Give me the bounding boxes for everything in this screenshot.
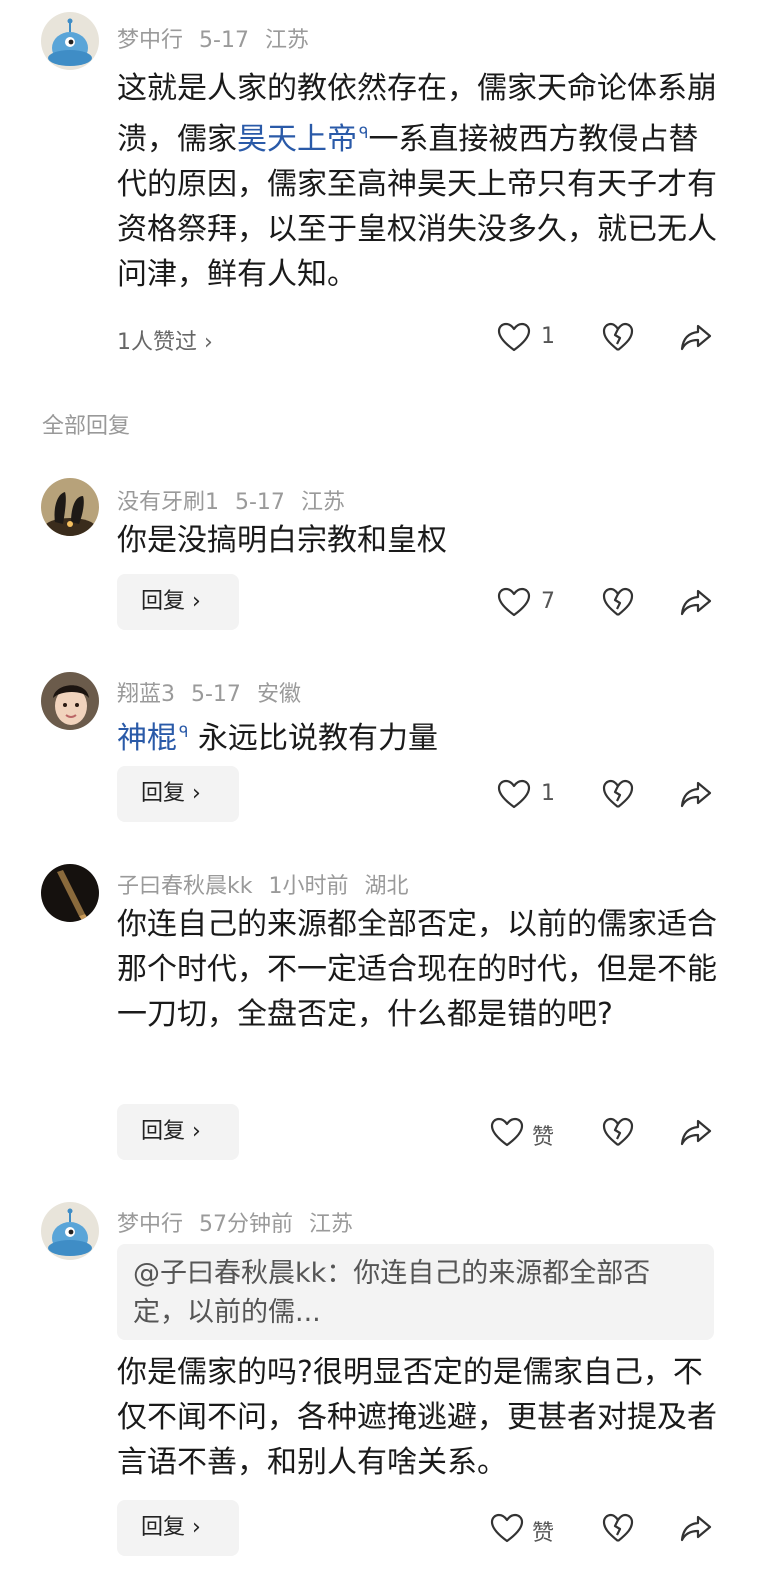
author-name[interactable]: 梦中行 — [117, 28, 183, 53]
broken-heart-icon[interactable] — [602, 586, 634, 618]
comment-text: 这就是人家的教依然存在，儒家天命论体系崩溃，儒家昊天上帝 ᑫ一系直接被西方教侵占替… — [117, 66, 722, 297]
heart-outline-icon[interactable] — [490, 1117, 524, 1147]
broken-heart-icon[interactable] — [602, 1512, 634, 1544]
reply-text: 你是没搞明白宗教和皇权 — [117, 523, 447, 558]
reply-button[interactable]: 回复 › — [117, 574, 239, 630]
reply-location: 湖北 — [364, 874, 409, 899]
comment-meta: 梦中行 5-17 江苏 — [117, 22, 325, 54]
avatar[interactable] — [41, 478, 99, 536]
reply-meta: 没有牙刷1 5-17 江苏 — [117, 484, 361, 516]
comment-date: 5-17 — [199, 28, 249, 53]
heart-outline-icon[interactable] — [490, 1513, 524, 1543]
like-count: 1 — [541, 781, 555, 806]
heart-outline-icon[interactable] — [497, 322, 531, 352]
avatar-child-icon — [41, 672, 99, 730]
reply-date: 57分钟前 — [199, 1212, 294, 1237]
avatar[interactable] — [41, 864, 99, 922]
share-arrow-icon[interactable] — [680, 1116, 712, 1148]
avatar-blue-bird-icon — [41, 1202, 99, 1260]
author-name[interactable]: 梦中行 — [117, 1212, 183, 1237]
author-name[interactable]: 翔蓝3 — [117, 682, 175, 707]
like-count: 1 — [541, 324, 555, 349]
share-arrow-icon[interactable] — [680, 778, 712, 810]
share-arrow-icon[interactable] — [680, 1512, 712, 1544]
reply-text: 神棍 ᑫ 永远比说教有力量 — [117, 710, 722, 761]
search-link[interactable]: 神棍 — [117, 721, 177, 756]
author-name[interactable]: 没有牙刷1 — [117, 490, 219, 515]
reply-meta: 梦中行 57分钟前 江苏 — [117, 1206, 369, 1238]
quoted-reply[interactable]: @子曰春秋晨kk：你连自己的来源都全部否定，以前的儒... — [117, 1244, 714, 1340]
avatar-brush-icon — [41, 864, 99, 922]
reply-text-part: 永远比说教有力量 — [188, 721, 438, 756]
reply-location: 江苏 — [309, 1212, 354, 1237]
heart-outline-icon[interactable] — [497, 779, 531, 809]
section-title: 全部回复 — [42, 414, 131, 439]
reply-meta: 翔蓝3 5-17 安徽 — [117, 676, 317, 708]
reply-location: 江苏 — [300, 490, 345, 515]
reply-button[interactable]: 回复 › — [117, 1104, 239, 1160]
like-label: 赞 — [532, 1521, 555, 1546]
like-count: 7 — [541, 589, 555, 614]
reply-date: 5-17 — [191, 682, 241, 707]
heart-outline-icon[interactable] — [497, 587, 531, 617]
reply-button[interactable]: 回复 › — [117, 1500, 239, 1556]
reply-location: 安徽 — [256, 682, 301, 707]
avatar[interactable] — [41, 1202, 99, 1260]
broken-heart-icon[interactable] — [602, 321, 634, 353]
comment-location: 江苏 — [264, 28, 309, 53]
reply-date: 1小时前 — [268, 874, 349, 899]
search-link[interactable]: 昊天上帝 — [237, 122, 357, 157]
reply-meta: 子曰春秋晨kk 1小时前 湖北 — [117, 868, 425, 900]
broken-heart-icon[interactable] — [602, 778, 634, 810]
reply-date: 5-17 — [235, 490, 285, 515]
author-name[interactable]: 子曰春秋晨kk — [117, 874, 252, 899]
avatar-birds-icon — [41, 478, 99, 536]
reply-text: 你连自己的来源都全部否定，以前的儒家适合那个时代，不一定适合现在的时代，但是不能… — [117, 907, 717, 1032]
share-arrow-icon[interactable] — [680, 586, 712, 618]
reply-text: 你是儒家的吗?很明显否定的是儒家自己，不仅不闻不问，各种遮掩逃避，更甚者对提及者… — [117, 1355, 717, 1480]
like-label: 赞 — [532, 1125, 555, 1150]
liked-by-link[interactable]: 1人赞过 › — [117, 324, 213, 356]
broken-heart-icon[interactable] — [602, 1116, 634, 1148]
avatar[interactable] — [41, 12, 99, 70]
share-arrow-icon[interactable] — [680, 321, 712, 353]
reply-button[interactable]: 回复 › — [117, 766, 239, 822]
avatar[interactable] — [41, 672, 99, 730]
avatar-blue-bird-icon — [41, 12, 99, 70]
